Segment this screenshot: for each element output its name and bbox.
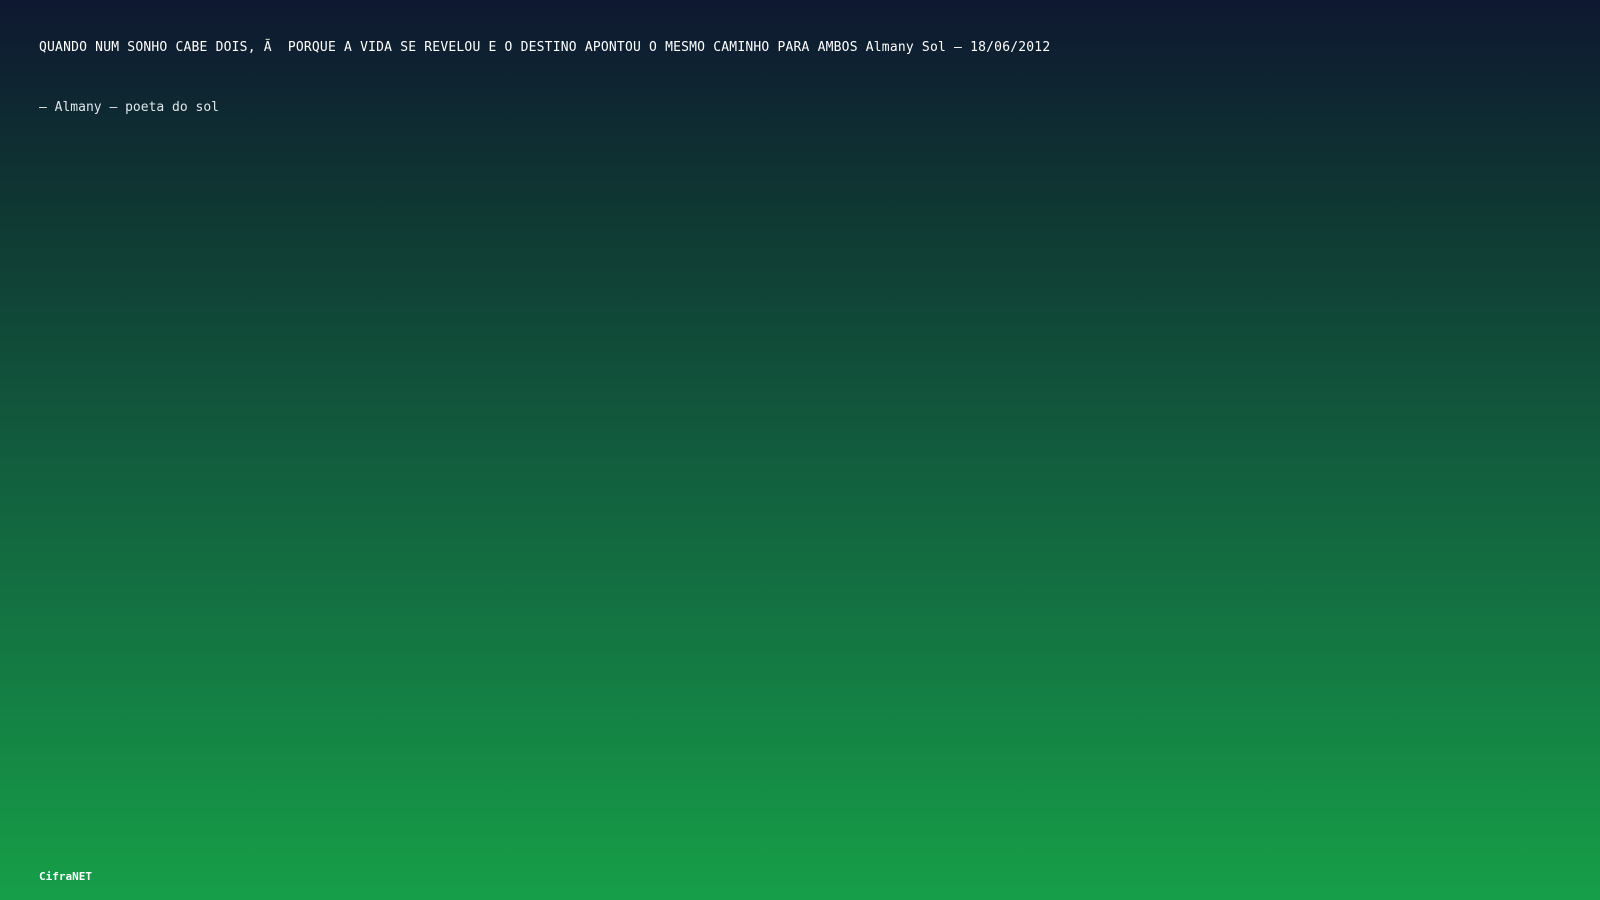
author-attribution: – Almany – poeta do sol	[39, 100, 220, 115]
quote-text: QUANDO NUM SONHO CABE DOIS, Ã PORQUE A V…	[39, 40, 1051, 55]
brand-logo-text: CifraNET	[39, 870, 92, 883]
